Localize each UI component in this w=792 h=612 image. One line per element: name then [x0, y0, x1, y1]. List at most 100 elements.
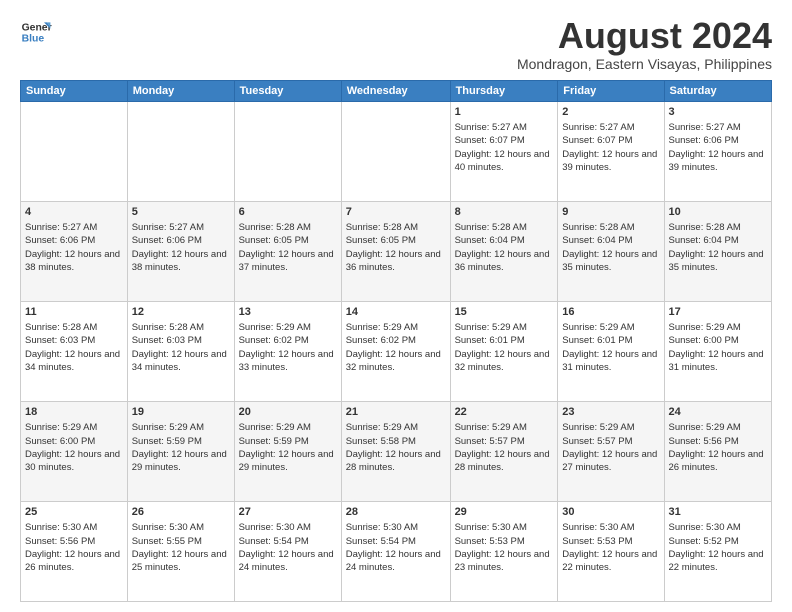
- day-info: Sunrise: 5:27 AMSunset: 6:06 PMDaylight:…: [132, 221, 230, 274]
- calendar-week-row: 4Sunrise: 5:27 AMSunset: 6:06 PMDaylight…: [21, 201, 772, 301]
- day-info: Sunrise: 5:28 AMSunset: 6:05 PMDaylight:…: [346, 221, 446, 274]
- calendar-week-row: 11Sunrise: 5:28 AMSunset: 6:03 PMDayligh…: [21, 301, 772, 401]
- logo: General Blue General Blue: [20, 16, 52, 48]
- day-number: 3: [669, 105, 768, 120]
- day-number: 30: [562, 505, 659, 520]
- table-row: 31Sunrise: 5:30 AMSunset: 5:52 PMDayligh…: [664, 501, 772, 601]
- day-info: Sunrise: 5:30 AMSunset: 5:53 PMDaylight:…: [562, 521, 659, 574]
- table-row: 11Sunrise: 5:28 AMSunset: 6:03 PMDayligh…: [21, 301, 128, 401]
- col-friday: Friday: [558, 80, 664, 101]
- day-info: Sunrise: 5:30 AMSunset: 5:54 PMDaylight:…: [346, 521, 446, 574]
- day-info: Sunrise: 5:28 AMSunset: 6:04 PMDaylight:…: [455, 221, 554, 274]
- day-number: 4: [25, 205, 123, 220]
- calendar-header-row: Sunday Monday Tuesday Wednesday Thursday…: [21, 80, 772, 101]
- day-number: 29: [455, 505, 554, 520]
- day-info: Sunrise: 5:29 AMSunset: 5:56 PMDaylight:…: [669, 421, 768, 474]
- table-row: 5Sunrise: 5:27 AMSunset: 6:06 PMDaylight…: [127, 201, 234, 301]
- col-sunday: Sunday: [21, 80, 128, 101]
- day-number: 28: [346, 505, 446, 520]
- day-number: 20: [239, 405, 337, 420]
- calendar-week-row: 1Sunrise: 5:27 AMSunset: 6:07 PMDaylight…: [21, 101, 772, 201]
- day-number: 12: [132, 305, 230, 320]
- svg-text:Blue: Blue: [22, 34, 45, 45]
- day-number: 19: [132, 405, 230, 420]
- day-number: 1: [455, 105, 554, 120]
- day-info: Sunrise: 5:30 AMSunset: 5:52 PMDaylight:…: [669, 521, 768, 574]
- col-thursday: Thursday: [450, 80, 558, 101]
- table-row: 30Sunrise: 5:30 AMSunset: 5:53 PMDayligh…: [558, 501, 664, 601]
- table-row: [21, 101, 128, 201]
- table-row: 27Sunrise: 5:30 AMSunset: 5:54 PMDayligh…: [234, 501, 341, 601]
- day-info: Sunrise: 5:29 AMSunset: 6:01 PMDaylight:…: [562, 321, 659, 374]
- logo-icon: General Blue: [20, 16, 52, 48]
- table-row: 24Sunrise: 5:29 AMSunset: 5:56 PMDayligh…: [664, 401, 772, 501]
- col-tuesday: Tuesday: [234, 80, 341, 101]
- table-row: 10Sunrise: 5:28 AMSunset: 6:04 PMDayligh…: [664, 201, 772, 301]
- day-info: Sunrise: 5:29 AMSunset: 6:00 PMDaylight:…: [669, 321, 768, 374]
- table-row: 19Sunrise: 5:29 AMSunset: 5:59 PMDayligh…: [127, 401, 234, 501]
- day-number: 2: [562, 105, 659, 120]
- day-info: Sunrise: 5:27 AMSunset: 6:07 PMDaylight:…: [562, 121, 659, 174]
- title-block: August 2024 Mondragon, Eastern Visayas, …: [517, 16, 772, 72]
- table-row: 22Sunrise: 5:29 AMSunset: 5:57 PMDayligh…: [450, 401, 558, 501]
- day-info: Sunrise: 5:30 AMSunset: 5:56 PMDaylight:…: [25, 521, 123, 574]
- day-info: Sunrise: 5:27 AMSunset: 6:06 PMDaylight:…: [669, 121, 768, 174]
- calendar-week-row: 25Sunrise: 5:30 AMSunset: 5:56 PMDayligh…: [21, 501, 772, 601]
- day-number: 11: [25, 305, 123, 320]
- table-row: 8Sunrise: 5:28 AMSunset: 6:04 PMDaylight…: [450, 201, 558, 301]
- day-info: Sunrise: 5:29 AMSunset: 5:58 PMDaylight:…: [346, 421, 446, 474]
- day-info: Sunrise: 5:28 AMSunset: 6:05 PMDaylight:…: [239, 221, 337, 274]
- day-info: Sunrise: 5:29 AMSunset: 5:57 PMDaylight:…: [455, 421, 554, 474]
- subtitle: Mondragon, Eastern Visayas, Philippines: [517, 56, 772, 72]
- day-number: 10: [669, 205, 768, 220]
- table-row: 20Sunrise: 5:29 AMSunset: 5:59 PMDayligh…: [234, 401, 341, 501]
- day-info: Sunrise: 5:28 AMSunset: 6:03 PMDaylight:…: [25, 321, 123, 374]
- day-info: Sunrise: 5:29 AMSunset: 6:02 PMDaylight:…: [239, 321, 337, 374]
- day-number: 24: [669, 405, 768, 420]
- table-row: 26Sunrise: 5:30 AMSunset: 5:55 PMDayligh…: [127, 501, 234, 601]
- table-row: 29Sunrise: 5:30 AMSunset: 5:53 PMDayligh…: [450, 501, 558, 601]
- day-number: 17: [669, 305, 768, 320]
- day-info: Sunrise: 5:29 AMSunset: 5:57 PMDaylight:…: [562, 421, 659, 474]
- table-row: 1Sunrise: 5:27 AMSunset: 6:07 PMDaylight…: [450, 101, 558, 201]
- day-info: Sunrise: 5:29 AMSunset: 5:59 PMDaylight:…: [132, 421, 230, 474]
- day-number: 31: [669, 505, 768, 520]
- table-row: 4Sunrise: 5:27 AMSunset: 6:06 PMDaylight…: [21, 201, 128, 301]
- table-row: 9Sunrise: 5:28 AMSunset: 6:04 PMDaylight…: [558, 201, 664, 301]
- day-number: 18: [25, 405, 123, 420]
- day-number: 6: [239, 205, 337, 220]
- table-row: 23Sunrise: 5:29 AMSunset: 5:57 PMDayligh…: [558, 401, 664, 501]
- calendar-week-row: 18Sunrise: 5:29 AMSunset: 6:00 PMDayligh…: [21, 401, 772, 501]
- day-number: 13: [239, 305, 337, 320]
- day-number: 14: [346, 305, 446, 320]
- day-number: 15: [455, 305, 554, 320]
- table-row: 18Sunrise: 5:29 AMSunset: 6:00 PMDayligh…: [21, 401, 128, 501]
- day-number: 21: [346, 405, 446, 420]
- table-row: 7Sunrise: 5:28 AMSunset: 6:05 PMDaylight…: [341, 201, 450, 301]
- main-title: August 2024: [517, 16, 772, 56]
- day-number: 25: [25, 505, 123, 520]
- day-number: 5: [132, 205, 230, 220]
- day-info: Sunrise: 5:29 AMSunset: 6:02 PMDaylight:…: [346, 321, 446, 374]
- header: General Blue General Blue August 2024 Mo…: [20, 16, 772, 72]
- day-number: 9: [562, 205, 659, 220]
- table-row: [341, 101, 450, 201]
- table-row: 3Sunrise: 5:27 AMSunset: 6:06 PMDaylight…: [664, 101, 772, 201]
- day-info: Sunrise: 5:27 AMSunset: 6:06 PMDaylight:…: [25, 221, 123, 274]
- table-row: 16Sunrise: 5:29 AMSunset: 6:01 PMDayligh…: [558, 301, 664, 401]
- day-info: Sunrise: 5:28 AMSunset: 6:04 PMDaylight:…: [669, 221, 768, 274]
- table-row: 28Sunrise: 5:30 AMSunset: 5:54 PMDayligh…: [341, 501, 450, 601]
- day-info: Sunrise: 5:27 AMSunset: 6:07 PMDaylight:…: [455, 121, 554, 174]
- table-row: 12Sunrise: 5:28 AMSunset: 6:03 PMDayligh…: [127, 301, 234, 401]
- table-row: 14Sunrise: 5:29 AMSunset: 6:02 PMDayligh…: [341, 301, 450, 401]
- table-row: 21Sunrise: 5:29 AMSunset: 5:58 PMDayligh…: [341, 401, 450, 501]
- table-row: [127, 101, 234, 201]
- day-info: Sunrise: 5:28 AMSunset: 6:03 PMDaylight:…: [132, 321, 230, 374]
- table-row: 25Sunrise: 5:30 AMSunset: 5:56 PMDayligh…: [21, 501, 128, 601]
- day-info: Sunrise: 5:30 AMSunset: 5:53 PMDaylight:…: [455, 521, 554, 574]
- page: General Blue General Blue August 2024 Mo…: [0, 0, 792, 612]
- day-number: 16: [562, 305, 659, 320]
- day-info: Sunrise: 5:30 AMSunset: 5:55 PMDaylight:…: [132, 521, 230, 574]
- day-number: 27: [239, 505, 337, 520]
- col-saturday: Saturday: [664, 80, 772, 101]
